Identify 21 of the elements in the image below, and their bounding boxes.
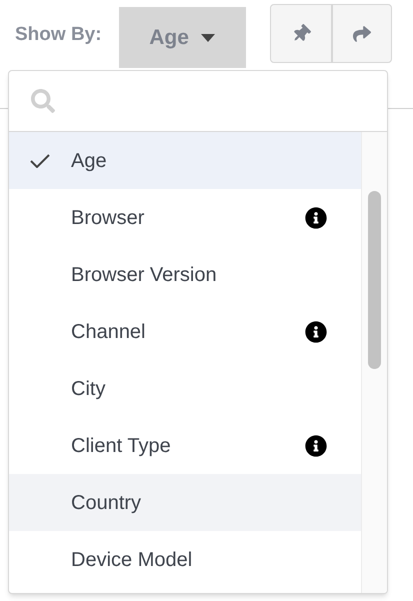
menu-item-label: Browser Version <box>71 262 217 288</box>
info-icon <box>305 320 327 342</box>
menu-item-label: City <box>71 376 106 402</box>
menu-item-label: Client Type <box>71 434 171 458</box>
pin-button[interactable] <box>270 4 332 63</box>
caret-icon <box>200 34 215 42</box>
scrollbar-thumb[interactable] <box>368 191 381 369</box>
show-by-label: Show By: <box>15 23 102 47</box>
share-icon <box>352 24 371 42</box>
share-button[interactable] <box>332 4 392 63</box>
menu-item-label: Age <box>71 148 107 174</box>
menu-item[interactable]: Country <box>9 474 361 531</box>
menu-item-label: Country <box>71 490 142 516</box>
info-icon <box>305 206 327 228</box>
menu-item-label: Device Model <box>71 548 192 572</box>
menu-item-label: Channel <box>71 320 146 344</box>
menu-item[interactable]: Age <box>9 132 361 189</box>
info-icon <box>305 434 327 456</box>
search-icon <box>31 89 55 113</box>
checkmark-icon <box>30 154 50 168</box>
menu-item-label: Browser <box>71 206 144 230</box>
